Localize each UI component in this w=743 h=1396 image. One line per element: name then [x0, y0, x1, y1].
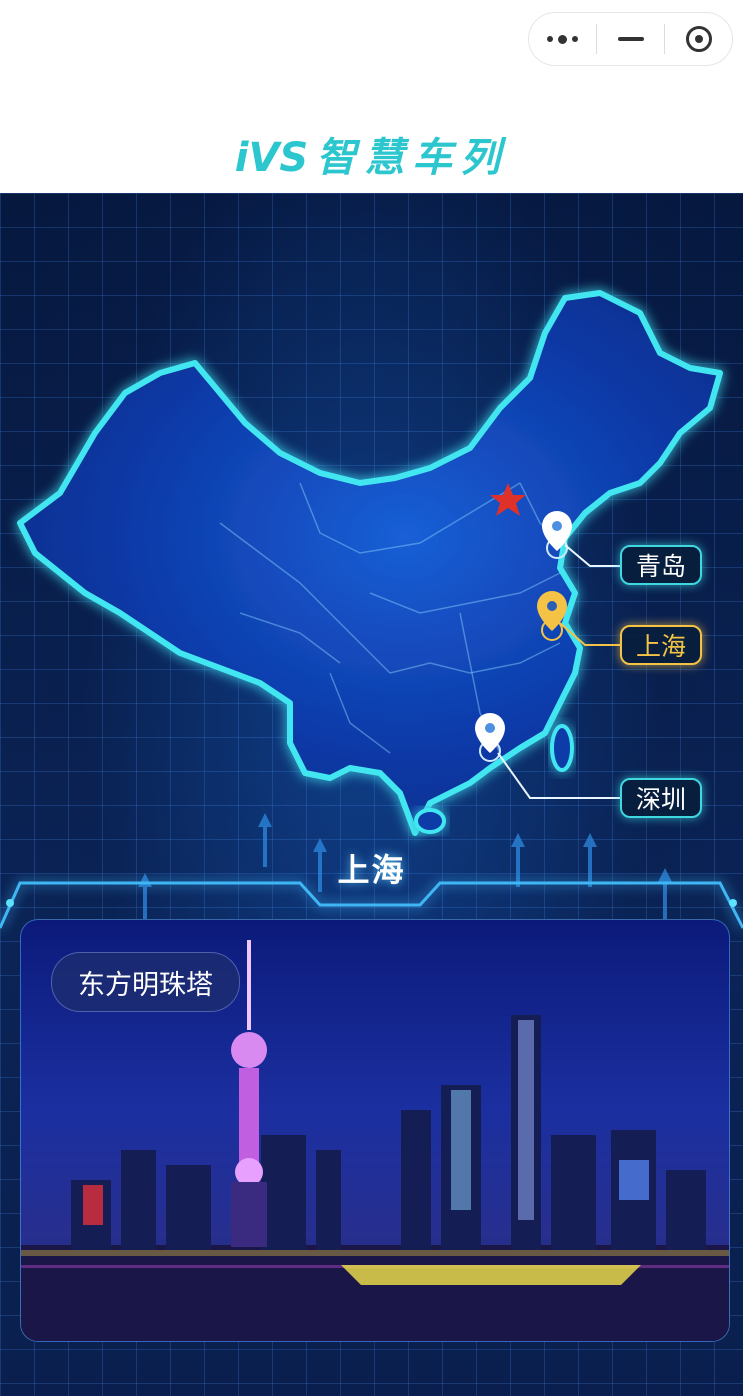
- header: iVS 智慧车列: [0, 0, 743, 193]
- brand-logo: iVS: [234, 135, 309, 181]
- target-icon: [685, 26, 712, 52]
- minimize-icon: [617, 37, 644, 41]
- city-name: 深圳: [636, 785, 687, 814]
- landmark-name: 东方明珠塔: [78, 969, 213, 1001]
- city-name: 青岛: [636, 552, 687, 581]
- more-icon: [547, 34, 578, 44]
- city-label-shanghai[interactable]: 上海: [620, 625, 703, 665]
- landmark-label: 东方明珠塔: [51, 952, 240, 1012]
- selected-city-title: 上海: [337, 851, 406, 889]
- pin-icon[interactable]: [542, 511, 572, 559]
- frame-dot: [729, 899, 737, 907]
- frame-dot: [6, 899, 14, 907]
- city-label-qingdao[interactable]: 青岛: [620, 545, 703, 585]
- brand-title: 智慧车列: [316, 135, 509, 181]
- leader-line: [564, 544, 620, 567]
- close-button[interactable]: [665, 13, 732, 65]
- city-label-shenzhen[interactable]: 深圳: [620, 778, 703, 818]
- mini-program-capsule: [528, 12, 733, 66]
- china-shape: [17, 290, 723, 836]
- hainan-shape: [414, 808, 446, 834]
- landmark-photo[interactable]: 东方明珠塔: [20, 919, 730, 1342]
- more-button[interactable]: [529, 13, 596, 65]
- taiwan-shape: [550, 724, 574, 772]
- minimize-button[interactable]: [597, 13, 664, 65]
- page-title: iVS 智慧车列: [0, 125, 743, 183]
- city-name: 上海: [636, 632, 687, 661]
